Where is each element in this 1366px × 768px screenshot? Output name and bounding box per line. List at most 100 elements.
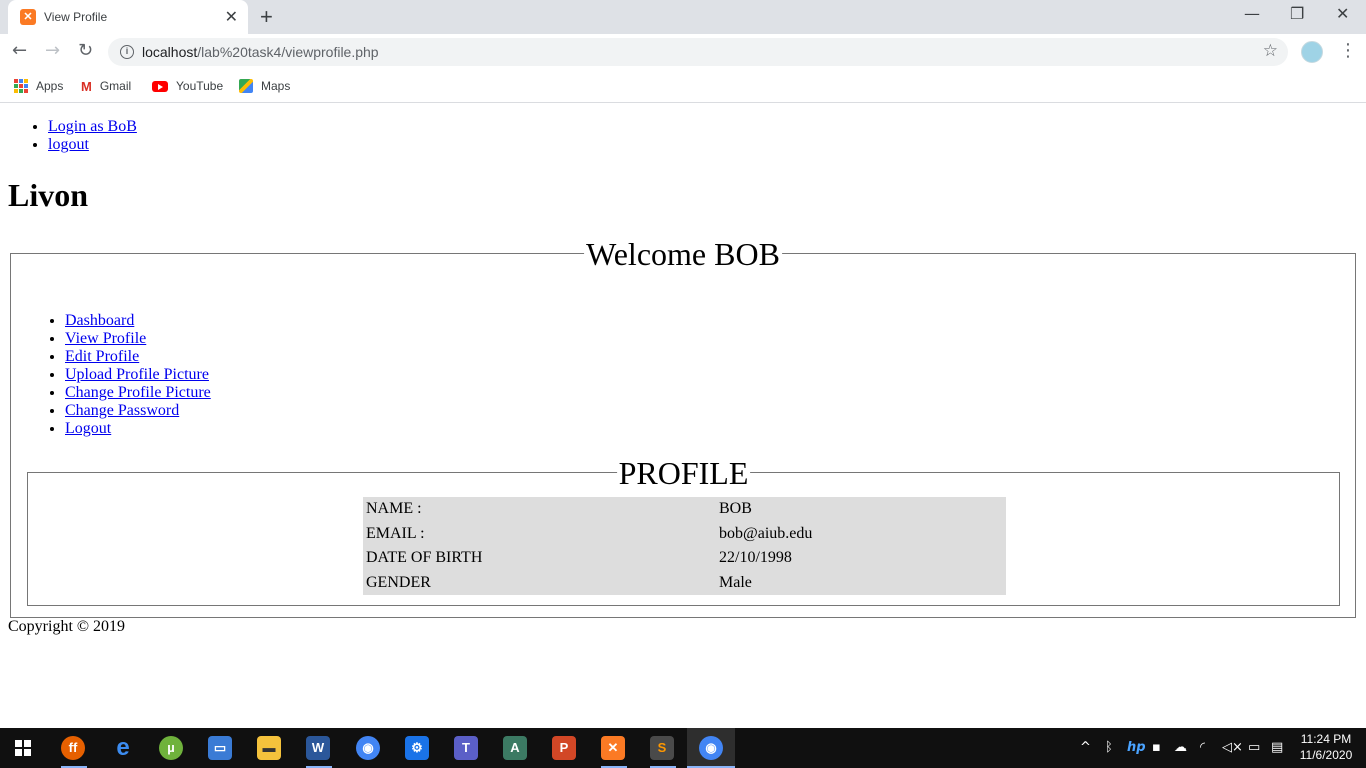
name-value: BOB bbox=[719, 500, 752, 518]
bookmark-label: YouTube bbox=[176, 79, 224, 93]
table-row: GENDER Male bbox=[363, 571, 1006, 596]
side-nav: Dashboard View Profile Edit Profile Uplo… bbox=[65, 312, 211, 438]
forward-icon[interactable]: → bbox=[45, 40, 60, 61]
onedrive-icon[interactable]: ☁ bbox=[1174, 740, 1187, 755]
browser-toolbar: ← → ↻ i localhost/lab%20task4/viewprofil… bbox=[0, 34, 1366, 70]
word-icon[interactable]: W bbox=[306, 736, 330, 760]
page-content: Login as BoB logout Livon Welcome BOB Da… bbox=[0, 103, 1366, 728]
top-nav-item: Login as BoB bbox=[48, 118, 137, 136]
chrome-beta-icon[interactable]: ◉ bbox=[356, 736, 380, 760]
new-tab-button[interactable]: + bbox=[260, 4, 273, 30]
close-window-icon[interactable]: ✕ bbox=[1336, 4, 1349, 23]
change-password-link[interactable]: Change Password bbox=[65, 402, 179, 419]
gmail-icon: M bbox=[81, 78, 92, 94]
welcome-legend: Welcome BOB bbox=[584, 236, 782, 272]
teams-icon[interactable]: T bbox=[454, 736, 478, 760]
xampp-icon[interactable]: ✕ bbox=[601, 736, 625, 760]
email-label: EMAIL : bbox=[366, 524, 425, 542]
bookmark-gmail[interactable]: M Gmail bbox=[81, 77, 131, 95]
profile-fieldset: PROFILE NAME : BOB EMAIL : bob@aiub.edu … bbox=[27, 455, 1340, 606]
minimize-icon[interactable]: — bbox=[1244, 4, 1260, 23]
bookmark-apps[interactable]: Apps bbox=[14, 77, 63, 95]
logout-link[interactable]: logout bbox=[48, 136, 89, 153]
top-nav-item: logout bbox=[48, 136, 137, 154]
dob-label: DATE OF BIRTH bbox=[366, 549, 483, 567]
bluetooth-icon[interactable]: ᛒ bbox=[1105, 740, 1113, 755]
url-text[interactable]: localhost/lab%20task4/viewprofile.php bbox=[142, 44, 379, 60]
welcome-fieldset: Welcome BOB Dashboard View Profile Edit … bbox=[10, 236, 1356, 618]
bookmark-label: Apps bbox=[36, 79, 64, 93]
bookmark-maps[interactable]: Maps bbox=[239, 77, 290, 95]
profile-avatar[interactable] bbox=[1301, 41, 1323, 63]
show-hidden-icons-icon[interactable]: ^ bbox=[1080, 740, 1091, 755]
xampp-icon: ✕ bbox=[20, 9, 36, 25]
side-nav-item: Logout bbox=[65, 420, 211, 438]
email-value: bob@aiub.edu bbox=[719, 524, 813, 542]
table-row: NAME : BOB bbox=[363, 497, 1006, 522]
upload-profile-picture-link[interactable]: Upload Profile Picture bbox=[65, 366, 209, 383]
side-nav-item: Upload Profile Picture bbox=[65, 366, 211, 384]
name-label: NAME : bbox=[366, 500, 422, 518]
powerpoint-icon[interactable]: P bbox=[552, 736, 576, 760]
firefox-icon[interactable]: ff bbox=[61, 736, 85, 760]
tab-view-profile[interactable]: ✕ View Profile ✕ bbox=[8, 0, 248, 34]
table-row: EMAIL : bob@aiub.edu bbox=[363, 522, 1006, 547]
side-nav-item: Edit Profile bbox=[65, 348, 211, 366]
device-icon[interactable]: ▪ bbox=[1152, 740, 1161, 755]
remote-icon[interactable]: ▭ bbox=[208, 736, 232, 760]
view-profile-link[interactable]: View Profile bbox=[65, 330, 146, 347]
address-bar[interactable]: i localhost/lab%20task4/viewprofile.php … bbox=[108, 38, 1288, 66]
dashboard-link[interactable]: Dashboard bbox=[65, 312, 134, 329]
profile-legend: PROFILE bbox=[616, 455, 751, 491]
gender-label: GENDER bbox=[366, 573, 431, 591]
bookmarks-bar: Apps M Gmail YouTube Maps bbox=[0, 70, 1366, 103]
side-logout-link[interactable]: Logout bbox=[65, 420, 111, 437]
chrome-icon[interactable]: ◉ bbox=[699, 736, 723, 760]
back-icon[interactable]: ← bbox=[12, 40, 27, 61]
windows-taskbar: ff e µ ▭ ▬ W ◉ ⚙ T A P ✕ S ◉ ^ ᛒ hp ▪ ☁ … bbox=[0, 728, 1366, 768]
browser-tab-strip: ✕ View Profile ✕ + — ❐ ✕ bbox=[0, 0, 1366, 34]
bookmark-label: Maps bbox=[261, 79, 291, 93]
reload-icon[interactable]: ↻ bbox=[78, 40, 93, 61]
bookmark-youtube[interactable]: YouTube bbox=[152, 77, 223, 95]
notification-icon[interactable]: ▤ bbox=[1271, 740, 1283, 755]
clock-time: 11:24 PM bbox=[1300, 732, 1352, 746]
system-clock[interactable]: 11:24 PM 11/6/2020 bbox=[1298, 731, 1354, 763]
sublime-icon[interactable]: S bbox=[650, 736, 674, 760]
restore-icon[interactable]: ❐ bbox=[1290, 4, 1304, 23]
top-nav: Login as BoB logout bbox=[48, 118, 137, 154]
acrobat-icon[interactable]: A bbox=[503, 736, 527, 760]
volume-muted-icon[interactable]: ◁× bbox=[1222, 740, 1243, 755]
file-explorer-icon[interactable]: ▬ bbox=[257, 736, 281, 760]
table-row: DATE OF BIRTH 22/10/1998 bbox=[363, 546, 1006, 571]
edit-profile-link[interactable]: Edit Profile bbox=[65, 348, 139, 365]
hp-icon[interactable]: hp bbox=[1127, 740, 1146, 755]
close-tab-icon[interactable]: ✕ bbox=[225, 7, 238, 27]
login-as-link[interactable]: Login as BoB bbox=[48, 118, 137, 135]
wifi-icon[interactable]: ◜ bbox=[1200, 740, 1205, 755]
apps-grid-icon bbox=[14, 79, 28, 93]
edge-icon[interactable]: e bbox=[111, 736, 135, 760]
clock-date: 11/6/2020 bbox=[1299, 748, 1353, 762]
gender-value: Male bbox=[719, 573, 752, 591]
battery-icon[interactable]: ▭ bbox=[1248, 740, 1260, 755]
settings-icon[interactable]: ⚙ bbox=[405, 736, 429, 760]
side-nav-item: Dashboard bbox=[65, 312, 211, 330]
side-nav-item: Change Password bbox=[65, 402, 211, 420]
windows-start-icon[interactable] bbox=[15, 740, 31, 756]
change-profile-picture-link[interactable]: Change Profile Picture bbox=[65, 384, 211, 401]
site-title: Livon bbox=[8, 177, 89, 213]
side-nav-item: View Profile bbox=[65, 330, 211, 348]
info-icon[interactable]: i bbox=[120, 45, 134, 59]
youtube-icon bbox=[152, 80, 168, 92]
tab-title: View Profile bbox=[44, 10, 108, 24]
bookmark-star-icon[interactable]: ☆ bbox=[1263, 41, 1278, 61]
side-nav-item: Change Profile Picture bbox=[65, 384, 211, 402]
dob-value: 22/10/1998 bbox=[719, 549, 792, 567]
kebab-menu-icon[interactable]: ⋮ bbox=[1339, 40, 1357, 61]
maps-icon bbox=[239, 79, 253, 93]
copyright-text: Copyright © 2019 bbox=[8, 618, 126, 635]
bookmark-label: Gmail bbox=[99, 79, 132, 93]
profile-table: NAME : BOB EMAIL : bob@aiub.edu DATE OF … bbox=[363, 497, 1006, 595]
utorrent-icon[interactable]: µ bbox=[159, 736, 183, 760]
